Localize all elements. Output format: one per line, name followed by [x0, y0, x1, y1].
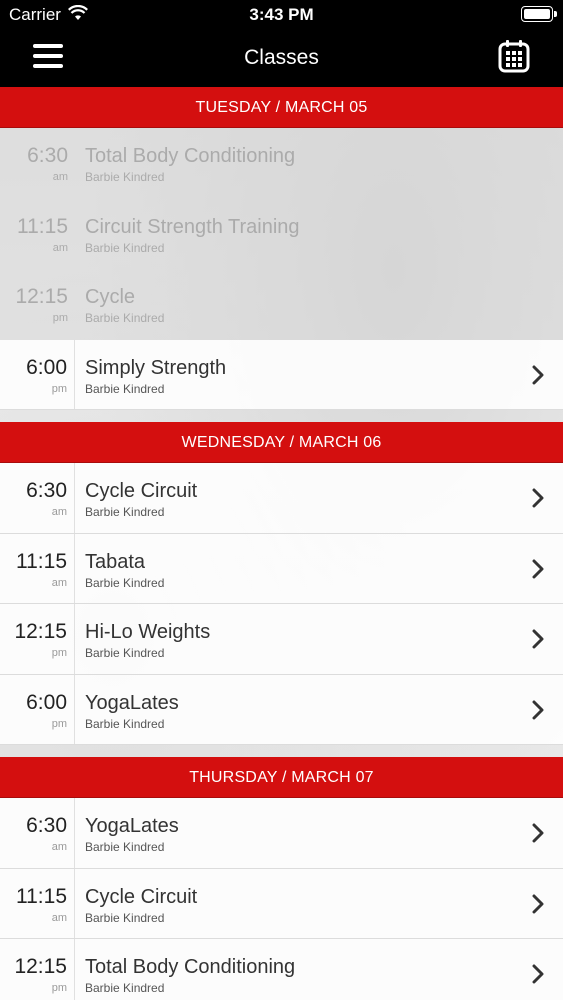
- time-column: 6:30 am: [0, 798, 75, 868]
- class-name: Tabata: [85, 550, 146, 573]
- class-time: 12:15: [14, 620, 67, 643]
- class-row[interactable]: 11:15 am Cycle Circuit Barbie Kindred: [0, 868, 563, 939]
- class-instructor: Barbie Kindred: [85, 981, 165, 995]
- time-column: 12:15 pm: [0, 604, 75, 674]
- class-ampm: am: [51, 841, 67, 853]
- class-instructor: Barbie Kindred: [85, 311, 165, 325]
- class-row[interactable]: 6:30 am Cycle Circuit Barbie Kindred: [0, 463, 563, 534]
- time-column: 6:30 am: [0, 128, 75, 199]
- time-column: 11:15 am: [0, 533, 75, 603]
- battery-icon: [521, 6, 557, 22]
- class-ampm: am: [51, 911, 67, 924]
- class-time: 11:15: [17, 214, 68, 238]
- status-bar: Carrier 3:43 PM: [0, 0, 563, 30]
- class-row: 6:30 am Total Body Conditioning Barbie Kind…: [0, 128, 563, 199]
- class-row[interactable]: 6:00 pm Simply Strength Barbie Kindred: [0, 339, 563, 410]
- class-schedule-list[interactable]: TUESDAY / MARCH 05 6:30 am Total Body Condi…: [0, 87, 563, 1000]
- class-ampm: am: [51, 576, 67, 589]
- chevron-right-icon[interactable]: [531, 823, 545, 843]
- time-column: 11:15 am: [0, 868, 75, 938]
- chevron-right-icon[interactable]: [531, 629, 545, 649]
- class-name: Cycle Circuit: [85, 480, 198, 502]
- class-instructor: Barbie Kindred: [85, 646, 165, 660]
- navigation-bar: Classes: [0, 30, 563, 87]
- day-header: TUESDAY / MARCH 05: [0, 87, 563, 128]
- time-column: 12:15 pm: [0, 269, 75, 340]
- day-header: THURSDAY / MARCH 07: [0, 757, 563, 798]
- class-time: 6:30: [26, 479, 67, 502]
- class-instructor: Barbie Kindred: [85, 381, 165, 396]
- class-name: YogaLates: [85, 815, 179, 837]
- class-name: Total Body Conditioning: [85, 956, 296, 978]
- class-ampm: pm: [51, 717, 67, 730]
- class-time: 12:15: [15, 285, 68, 308]
- class-ampm: pm: [52, 312, 68, 324]
- chevron-right-icon[interactable]: [531, 700, 545, 720]
- class-row[interactable]: 6:30 am YogaLates Barbie Kindred: [0, 798, 563, 869]
- class-time: 12:15: [14, 955, 67, 978]
- class-ampm: am: [52, 171, 68, 183]
- class-name: Cycle Circuit: [85, 885, 198, 908]
- day-separator: [0, 745, 563, 757]
- day-separator: [0, 410, 563, 422]
- class-instructor: Barbie Kindred: [85, 575, 165, 590]
- class-ampm: am: [52, 241, 68, 254]
- time-column: 6:30 am: [0, 463, 75, 533]
- class-row[interactable]: 6:00 pm YogaLates Barbie Kindred: [0, 674, 563, 745]
- class-ampm: pm: [51, 382, 67, 395]
- class-instructor: Barbie Kindred: [85, 505, 165, 519]
- class-instructor: Barbie Kindred: [85, 910, 165, 925]
- class-ampm: pm: [51, 647, 67, 659]
- class-row[interactable]: 12:15 pm Total Body Conditioning Barbie Kin…: [0, 939, 563, 1000]
- chevron-right-icon[interactable]: [531, 894, 545, 914]
- class-name: YogaLates: [85, 691, 179, 714]
- class-row: 12:15 pm Cycle Barbie Kindred: [0, 269, 563, 340]
- calendar-icon[interactable]: [497, 38, 531, 74]
- class-time: 6:30: [27, 144, 68, 167]
- time-column: 12:15 pm: [0, 939, 75, 1000]
- class-ampm: pm: [51, 982, 67, 994]
- class-row[interactable]: 12:15 pm Hi-Lo Weights Barbie Kindred: [0, 604, 563, 675]
- chevron-right-icon[interactable]: [531, 365, 545, 385]
- top-bar: Carrier 3:43 PM Classes: [0, 0, 563, 87]
- class-name: Hi-Lo Weights: [85, 621, 211, 643]
- class-ampm: am: [51, 506, 67, 518]
- class-instructor: Barbie Kindred: [85, 170, 165, 184]
- time-column: 6:00 pm: [0, 339, 75, 409]
- class-row[interactable]: 11:15 am Tabata Barbie Kindred: [0, 533, 563, 604]
- class-name: Circuit Strength Training: [85, 215, 300, 238]
- time-column: 6:00 pm: [0, 674, 75, 744]
- class-time: 11:15: [16, 884, 67, 908]
- chevron-right-icon[interactable]: [531, 559, 545, 579]
- chevron-right-icon[interactable]: [531, 488, 545, 508]
- status-time: 3:43 PM: [249, 5, 314, 24]
- class-name: Total Body Conditioning: [85, 145, 296, 167]
- class-time: 6:00: [26, 355, 67, 379]
- page-title: Classes: [244, 46, 319, 69]
- class-instructor: Barbie Kindred: [85, 240, 165, 255]
- class-instructor: Barbie Kindred: [85, 716, 165, 731]
- class-instructor: Barbie Kindred: [85, 840, 165, 854]
- chevron-right-icon[interactable]: [531, 964, 545, 984]
- class-row: 11:15 am Circuit Strength Training Barbie K…: [0, 198, 563, 270]
- class-name: Simply Strength: [85, 356, 227, 379]
- class-name: Cycle: [85, 286, 136, 308]
- day-header: WEDNESDAY / MARCH 06: [0, 422, 563, 463]
- time-column: 11:15 am: [0, 199, 75, 270]
- class-time: 11:15: [16, 549, 67, 573]
- class-time: 6:30: [26, 814, 67, 837]
- class-time: 6:00: [26, 690, 67, 714]
